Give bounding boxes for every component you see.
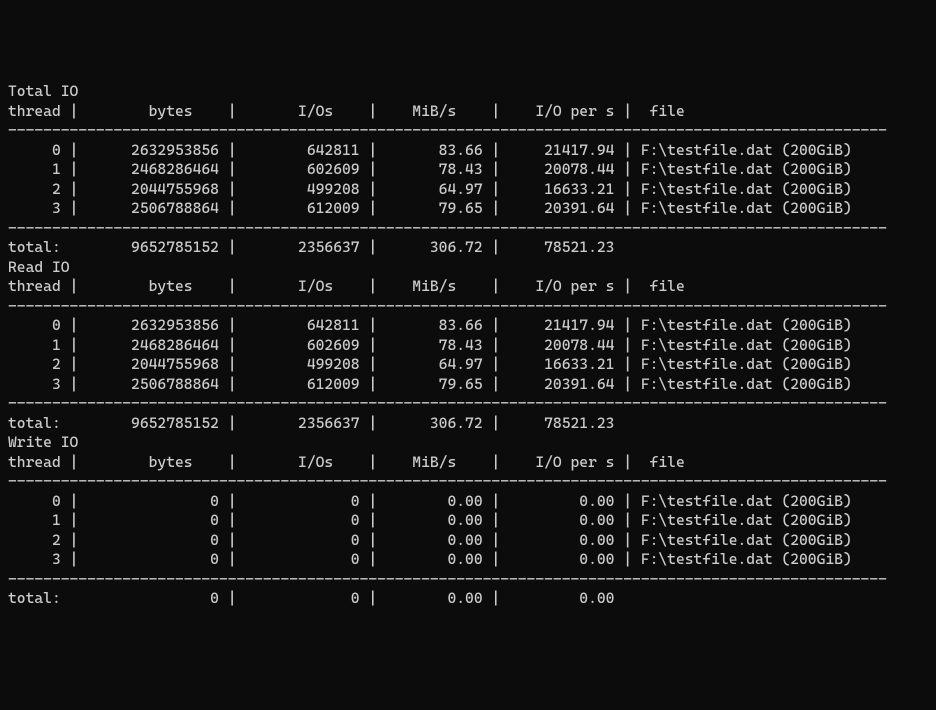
table-header: thread | bytes | I/Os | MiB/s | I/O per …	[8, 102, 928, 122]
section-title: Write IO	[8, 433, 928, 453]
divider-line: ----------------------------------------…	[8, 472, 928, 492]
table-header: thread | bytes | I/Os | MiB/s | I/O per …	[8, 453, 928, 473]
table-header: thread | bytes | I/Os | MiB/s | I/O per …	[8, 277, 928, 297]
terminal-output: Total IOthread | bytes | I/Os | MiB/s | …	[8, 82, 928, 609]
table-row: 1 | 2468286464 | 602609 | 78.43 | 20078.…	[8, 160, 928, 180]
table-row: 2 | 2044755968 | 499208 | 64.97 | 16633.…	[8, 355, 928, 375]
table-row: 1 | 2468286464 | 602609 | 78.43 | 20078.…	[8, 336, 928, 356]
divider-line: ----------------------------------------…	[8, 297, 928, 317]
table-row: 3 | 2506788864 | 612009 | 79.65 | 20391.…	[8, 199, 928, 219]
divider-line: ----------------------------------------…	[8, 570, 928, 590]
table-row: 0 | 0 | 0 | 0.00 | 0.00 | F:\testfile.da…	[8, 492, 928, 512]
total-row: total: 0 | 0 | 0.00 | 0.00	[8, 589, 928, 609]
table-row: 0 | 2632953856 | 642811 | 83.66 | 21417.…	[8, 316, 928, 336]
table-row: 2 | 0 | 0 | 0.00 | 0.00 | F:\testfile.da…	[8, 531, 928, 551]
section-title: Read IO	[8, 258, 928, 278]
section-title: Total IO	[8, 82, 928, 102]
table-row: 1 | 0 | 0 | 0.00 | 0.00 | F:\testfile.da…	[8, 511, 928, 531]
total-row: total: 9652785152 | 2356637 | 306.72 | 7…	[8, 238, 928, 258]
table-row: 0 | 2632953856 | 642811 | 83.66 | 21417.…	[8, 141, 928, 161]
table-row: 3 | 2506788864 | 612009 | 79.65 | 20391.…	[8, 375, 928, 395]
table-row: 3 | 0 | 0 | 0.00 | 0.00 | F:\testfile.da…	[8, 550, 928, 570]
table-row: 2 | 2044755968 | 499208 | 64.97 | 16633.…	[8, 180, 928, 200]
divider-line: ----------------------------------------…	[8, 219, 928, 239]
divider-line: ----------------------------------------…	[8, 121, 928, 141]
total-row: total: 9652785152 | 2356637 | 306.72 | 7…	[8, 414, 928, 434]
divider-line: ----------------------------------------…	[8, 394, 928, 414]
